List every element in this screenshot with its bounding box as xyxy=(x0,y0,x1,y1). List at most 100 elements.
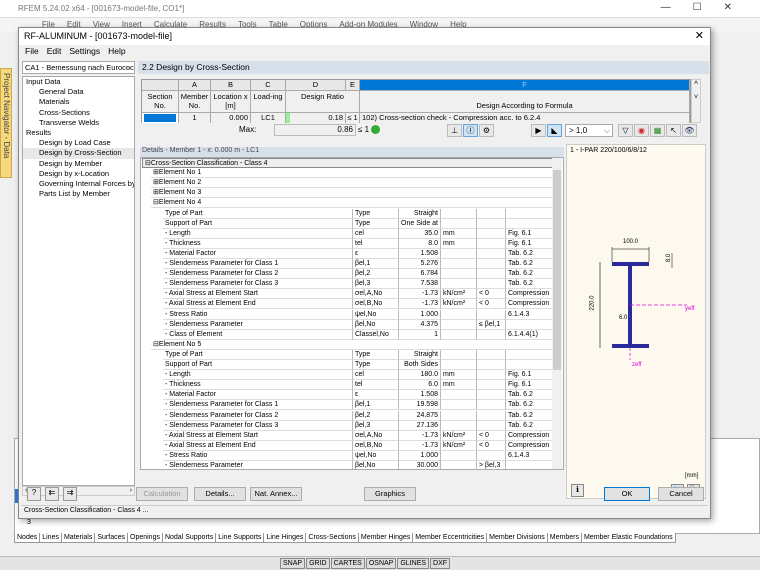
formula-cell[interactable]: 102) Cross-section check - Compression a… xyxy=(360,112,690,123)
status-toggle[interactable]: CARTES xyxy=(330,558,365,569)
table-tab[interactable]: Openings xyxy=(127,533,163,543)
detail-row: - Slenderness Parameter βel,No 30.000 > βel… xyxy=(141,461,553,469)
location-cell[interactable]: 0.000 xyxy=(211,112,251,123)
table-tab[interactable]: Member Hinges xyxy=(357,533,414,543)
window-controls[interactable]: —☐✕ xyxy=(661,2,754,13)
select-icon[interactable]: ↖ xyxy=(666,124,681,137)
info-icon[interactable]: ℹ xyxy=(571,484,584,497)
detail-sym: βel,3 xyxy=(353,279,399,290)
filter-dropdown[interactable]: > 1,0 ⌵ xyxy=(565,124,613,137)
nat-annex-button[interactable]: Nat. Annex... xyxy=(250,487,302,501)
project-navigator-tab[interactable]: Project Navigator - Data xyxy=(0,68,12,178)
status-toggle[interactable]: SNAP xyxy=(280,558,306,569)
table-tab[interactable]: Cross-Sections xyxy=(305,533,359,543)
calculation-button[interactable]: Calculation xyxy=(136,487,188,501)
table-tab[interactable]: Member Divisions xyxy=(486,533,548,543)
section-icon[interactable]: Ⓘ xyxy=(463,124,478,137)
ratio-cell[interactable]: 0.18 xyxy=(286,112,346,123)
detail-cond xyxy=(477,259,506,270)
detail-cond xyxy=(477,309,506,320)
group-label[interactable]: ⊟Cross-Section Classification - Class 4 xyxy=(142,158,553,169)
header-loading: Load-ing xyxy=(251,91,286,112)
export-icon[interactable]: ⇉ xyxy=(63,487,77,501)
table-scrollbar[interactable]: ˄ ˅ xyxy=(691,79,701,123)
table-tab[interactable]: Nodal Supports xyxy=(161,533,217,543)
table-tab[interactable]: Lines xyxy=(39,533,62,543)
col-f: F xyxy=(360,80,690,91)
tree-item[interactable]: Design by x-Location xyxy=(23,169,134,179)
header-member-no: Member No. xyxy=(179,91,211,112)
detail-ref: 6.1.4.4(1) xyxy=(506,329,553,340)
design-case-combo[interactable]: CA1 - Bemessung nach Eurococ ⌵ xyxy=(22,61,135,74)
import-icon[interactable]: ⇇ xyxy=(45,487,59,501)
detail-cond xyxy=(477,248,506,259)
element-label[interactable]: ⊟Element No 5 xyxy=(151,339,553,350)
detail-unit xyxy=(441,248,477,259)
table-tab[interactable]: Line Hinges xyxy=(263,533,307,543)
color-scale-icon[interactable]: ◉ xyxy=(634,124,649,137)
details-scrollbar[interactable] xyxy=(552,158,562,469)
ok-button[interactable]: OK xyxy=(604,487,650,501)
table-tab[interactable]: Materials xyxy=(60,533,96,543)
set-icon[interactable]: ⚙ xyxy=(479,124,494,137)
tree-item[interactable]: Input Data xyxy=(23,77,134,87)
graphics-button[interactable]: Graphics xyxy=(364,487,416,501)
details-button[interactable]: Details... xyxy=(194,487,246,501)
relative-scale-icon[interactable]: ◣ xyxy=(547,124,562,137)
table-tab[interactable]: Line Supports xyxy=(215,533,265,543)
dialog-menu-item[interactable]: Help xyxy=(108,46,125,56)
tree-item[interactable]: Transverse Welds xyxy=(23,118,134,128)
dialog-menu-item[interactable]: Edit xyxy=(47,46,62,56)
jump-icon[interactable]: ▶ xyxy=(531,124,546,137)
detail-sym: βel,2 xyxy=(353,410,399,421)
app-title-bar: RFEM 5.24.02 x64 - [001673-model-file, C… xyxy=(0,0,760,18)
status-toggle[interactable]: DXF xyxy=(430,558,451,569)
status-toggle[interactable]: OSNAP xyxy=(365,558,397,569)
section-no-cell[interactable] xyxy=(142,112,179,123)
dialog-menu-item[interactable]: Settings xyxy=(69,46,100,56)
tree-item[interactable]: Design by Load Case xyxy=(23,138,134,148)
detail-group[interactable]: ⊟Cross-Section Classification - Class 4 xyxy=(141,158,553,169)
excel-export-icon[interactable]: ▦ xyxy=(650,124,665,137)
tree-item[interactable]: Design by Member xyxy=(23,159,134,169)
element-label[interactable]: ⊞Element No 2 xyxy=(151,178,553,189)
ratio-limit-cell: ≤ 1 xyxy=(346,112,360,123)
help-icon[interactable]: ? xyxy=(27,487,41,501)
tree-item[interactable]: Results xyxy=(23,128,134,138)
member-cell[interactable]: 1 xyxy=(179,112,211,123)
detail-name: - Length xyxy=(163,228,353,239)
detail-element[interactable]: ⊟Element No 4 xyxy=(141,198,553,209)
detail-element[interactable]: ⊞Element No 1 xyxy=(141,168,553,179)
dialog-menu-item[interactable]: File xyxy=(25,46,39,56)
detail-name: - Length xyxy=(163,370,353,381)
element-label[interactable]: ⊞Element No 1 xyxy=(151,168,553,179)
element-label[interactable]: ⊟Element No 4 xyxy=(151,198,553,209)
tree-item[interactable]: General Data xyxy=(23,87,134,97)
close-icon[interactable]: ✕ xyxy=(695,29,704,42)
table-tab[interactable]: Members xyxy=(546,533,582,543)
element-label[interactable]: ⊞Element No 3 xyxy=(151,188,553,199)
table-tab[interactable]: Nodes xyxy=(14,533,41,543)
tree-item[interactable]: Governing Internal Forces by M xyxy=(23,179,134,189)
filter-icon[interactable]: ▽ xyxy=(618,124,633,137)
tree-item[interactable]: Design by Cross-Section xyxy=(23,148,134,159)
tree-item[interactable]: Materials xyxy=(23,97,134,107)
detail-element[interactable]: ⊟Element No 5 xyxy=(141,339,553,350)
tree-item[interactable]: Parts List by Member xyxy=(23,189,134,199)
detail-row: Type of Part Type Straight xyxy=(141,208,553,219)
detail-element[interactable]: ⊞Element No 2 xyxy=(141,178,553,189)
table-tab[interactable]: Surfaces xyxy=(94,533,128,543)
cross-section-title: 1 - I-PAR 220/100/6/8/12 xyxy=(570,147,647,154)
table-tab[interactable]: Member Eccentricities xyxy=(412,533,488,543)
detail-element[interactable]: ⊞Element No 3 xyxy=(141,188,553,199)
status-toggle[interactable]: GLINES xyxy=(397,558,430,569)
table-tab[interactable]: Member Elastic Foundations xyxy=(580,533,676,543)
detail-sym: βel,1 xyxy=(353,400,399,411)
cancel-button[interactable]: Cancel xyxy=(658,487,704,501)
tree-item[interactable]: Cross-Sections xyxy=(23,108,134,118)
loading-cell[interactable]: LC1 xyxy=(251,112,286,123)
view-icon[interactable]: 👁 xyxy=(682,124,697,137)
member-icon[interactable]: ⊥ xyxy=(447,124,462,137)
table-tabs: Nodes Lines Materials Surfaces Openings Nodal… xyxy=(14,533,760,546)
status-toggle[interactable]: GRID xyxy=(306,558,330,569)
